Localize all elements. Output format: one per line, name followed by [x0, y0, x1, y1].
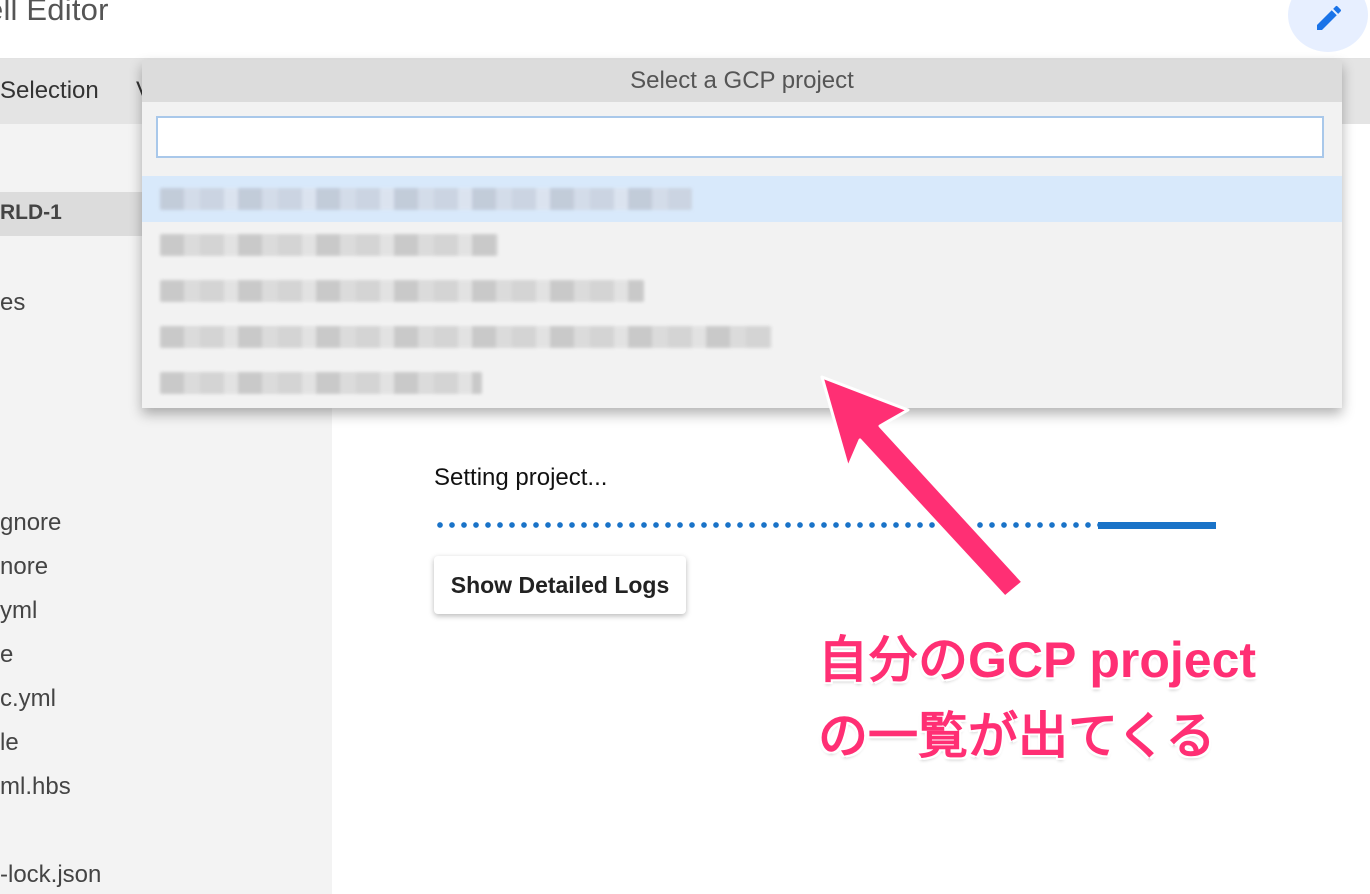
annotation-line-2: の一覧が出てくる [818, 708, 1216, 764]
annotation-line-1: 自分のGCP project [818, 632, 1257, 688]
